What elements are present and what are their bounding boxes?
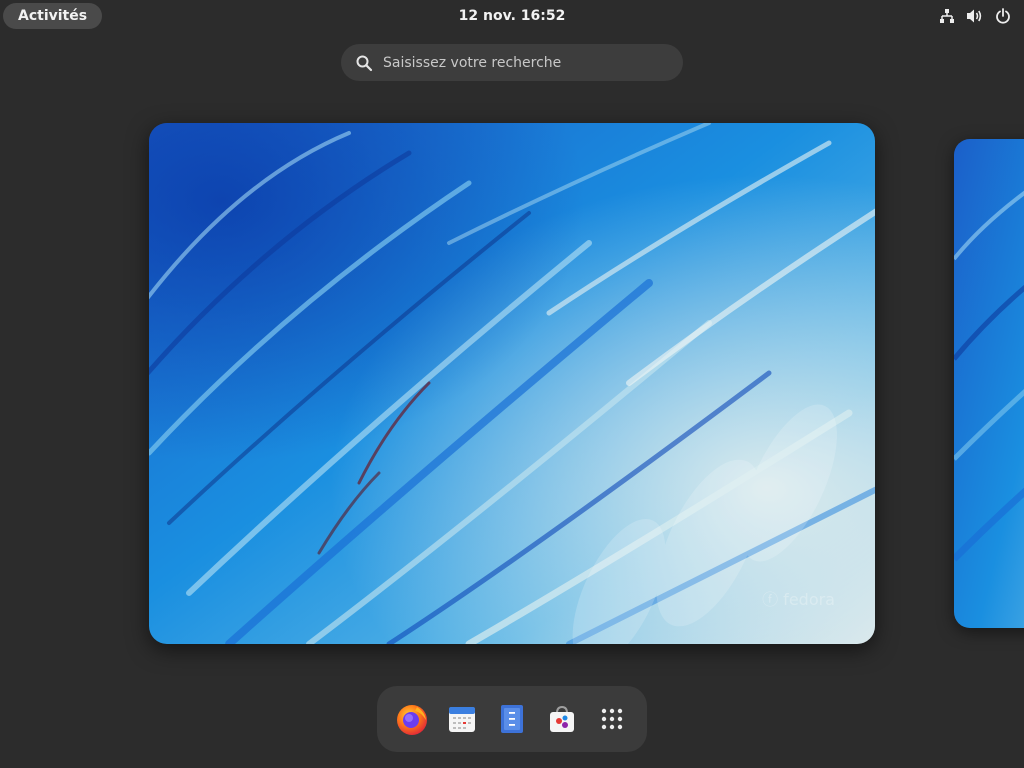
search-bar[interactable] xyxy=(341,44,683,81)
fedora-watermark: ⓕ fedora xyxy=(762,590,835,609)
search-icon xyxy=(356,55,373,71)
volume-icon[interactable] xyxy=(966,7,984,25)
dash-item-text-editor[interactable] xyxy=(494,701,530,737)
text-editor-icon xyxy=(501,705,523,733)
dash-item-software[interactable] xyxy=(544,701,580,737)
software-icon xyxy=(550,705,574,732)
workspace-thumbnail-next[interactable] xyxy=(954,139,1024,628)
dash-item-firefox[interactable] xyxy=(394,701,430,737)
top-bar: Activités 12 nov. 16:52 xyxy=(0,0,1024,33)
network-icon[interactable] xyxy=(938,7,956,25)
dash xyxy=(377,686,647,752)
system-tray xyxy=(938,6,1012,26)
firefox-icon xyxy=(397,705,427,735)
search-input[interactable] xyxy=(381,46,683,79)
date-time-button[interactable]: 12 nov. 16:52 xyxy=(459,8,566,24)
dash-item-calendar[interactable] xyxy=(444,701,480,737)
gnome-overview: Activités 12 nov. 16:52 Saisissez votre … xyxy=(0,0,1024,768)
calendar-icon xyxy=(449,707,475,732)
activities-button[interactable]: Activités xyxy=(3,3,103,29)
show-apps-button[interactable] xyxy=(594,701,630,737)
workspace-thumbnail-current[interactable]: ⓕ fedora xyxy=(149,123,875,644)
wallpaper-image xyxy=(149,123,875,644)
wallpaper-image xyxy=(954,139,1024,628)
clock: 12 nov. 16:52 xyxy=(0,0,1024,33)
power-icon[interactable] xyxy=(994,7,1012,25)
show-apps-icon xyxy=(601,708,623,730)
